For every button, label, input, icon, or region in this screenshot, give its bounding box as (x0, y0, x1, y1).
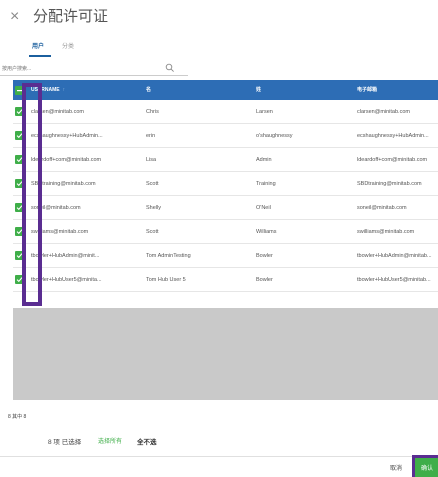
cell-last-name: Bowler (256, 253, 273, 259)
dialog-header: × 分配许可证 (0, 0, 438, 36)
confirm-button[interactable]: 确认 (415, 458, 438, 477)
cell-first-name: Lisa (146, 157, 157, 163)
table-row[interactable]: swilliams@minitab.com Scott Williams swi… (13, 220, 438, 244)
cell-username: soneil@minitab.com (31, 205, 81, 211)
cell-last-name: Williams (256, 229, 277, 235)
cell-username: clarsen@minitab.com (31, 109, 84, 115)
table-row[interactable]: clarsen@minitab.com Chris Larsen clarsen… (13, 100, 438, 124)
table-row[interactable]: ldeardoff+com@minitab.com Lisa Admin lde… (13, 148, 438, 172)
cell-last-name: O'Neil (256, 205, 271, 211)
row-checkbox[interactable] (15, 155, 24, 164)
tab-groups[interactable]: 分类 (62, 43, 74, 51)
cell-username: ecshaughnessy+HubAdmin... (31, 133, 103, 139)
cell-email: tbowler+HubUser5@minitab... (357, 277, 431, 283)
cell-username: tbowler+HubAdmin@minit... (31, 253, 100, 259)
checkmark-icon (16, 157, 23, 163)
column-header-email[interactable]: 电子邮箱 (357, 86, 377, 94)
table-row[interactable]: tbowler+HubAdmin@minit... Tom AdminTesti… (13, 244, 438, 268)
row-checkbox[interactable] (15, 179, 24, 188)
checkmark-icon (16, 133, 23, 139)
sort-ascending-icon: ↑ (62, 87, 66, 93)
row-checkbox[interactable] (15, 131, 24, 140)
checkmark-icon (16, 181, 23, 187)
cell-first-name: Chris (146, 109, 159, 115)
row-checkbox[interactable] (15, 107, 24, 116)
checkmark-icon (16, 253, 23, 259)
deselect-all-link[interactable]: 全不选 (137, 436, 157, 446)
cell-first-name: Shelly (146, 205, 161, 211)
cell-last-name: Admin (256, 157, 272, 163)
tab-users[interactable]: 用户 (32, 43, 44, 51)
column-header-last-name[interactable]: 姓 (256, 86, 261, 94)
tab-bar: 用户 分类 (0, 40, 438, 60)
cell-email: SBDtraining@minitab.com (357, 181, 422, 187)
active-tab-indicator (29, 55, 51, 57)
cell-last-name: o'shaughnessy (256, 133, 293, 139)
search-icon[interactable] (165, 63, 175, 73)
cell-first-name: Scott (146, 229, 159, 235)
column-header-username[interactable]: USERNAME ↑ (31, 86, 65, 94)
table-row[interactable]: tbowler+HubUser5@minita... Tom Hub User … (13, 268, 438, 292)
cell-last-name: Larsen (256, 109, 273, 115)
row-checkbox[interactable] (15, 251, 24, 260)
table-row[interactable]: soneil@minitab.com Shelly O'Neil soneil@… (13, 196, 438, 220)
cell-email: swilliams@minitab.com (357, 229, 415, 235)
select-all-checkbox[interactable] (15, 86, 24, 95)
cell-email: clarsen@minitab.com (357, 109, 410, 115)
cell-email: ecshaughnessy+HubAdmin... (357, 133, 429, 139)
table-empty-area (13, 308, 438, 400)
search-input[interactable] (2, 63, 152, 74)
table-row[interactable]: ecshaughnessy+HubAdmin... erin o'shaughn… (13, 124, 438, 148)
select-all-link[interactable]: 选择所有 (98, 436, 122, 445)
cell-email: ldeardoff+com@minitab.com (357, 157, 428, 163)
cell-username: SBDtraining@minitab.com (31, 181, 96, 187)
search-box (0, 62, 188, 76)
checkmark-icon (16, 229, 23, 235)
cell-first-name: Tom Hub User 5 (146, 277, 186, 283)
cell-username: ldeardoff+com@minitab.com (31, 157, 102, 163)
cell-username: tbowler+HubUser5@minita... (31, 277, 102, 283)
checkmark-icon (16, 205, 23, 211)
cell-first-name: erin (146, 133, 156, 139)
cell-username: swilliams@minitab.com (31, 229, 89, 235)
column-header-username-label: USERNAME (31, 87, 60, 93)
footer-divider (0, 456, 438, 457)
selected-count: 8 项 已选择 (48, 439, 82, 446)
table-header: USERNAME ↑ 名 姓 电子邮箱 (13, 80, 438, 100)
row-checkbox[interactable] (15, 275, 24, 284)
record-count: 8 其中 8 (8, 414, 27, 420)
checkmark-icon (16, 109, 23, 115)
cell-email: soneil@minitab.com (357, 205, 407, 211)
row-checkbox[interactable] (15, 203, 24, 212)
selection-bar: 8 项 已选择 选择所有 全不选 (0, 426, 438, 456)
checkmark-icon (16, 277, 23, 283)
cell-last-name: Training (256, 181, 276, 187)
cancel-button[interactable]: 取消 (390, 463, 402, 472)
cell-last-name: Bowler (256, 277, 273, 283)
table-row[interactable]: SBDtraining@minitab.com Scott Training S… (13, 172, 438, 196)
minus-icon (17, 90, 22, 92)
cell-first-name: Scott (146, 181, 159, 187)
cell-email: tbowler+HubAdmin@minitab... (357, 253, 432, 259)
close-icon[interactable]: × (10, 9, 19, 25)
column-header-first-name[interactable]: 名 (146, 86, 151, 94)
dialog-title: 分配许可证 (33, 8, 109, 25)
row-checkbox[interactable] (15, 227, 24, 236)
cell-first-name: Tom AdminTesting (146, 253, 191, 259)
